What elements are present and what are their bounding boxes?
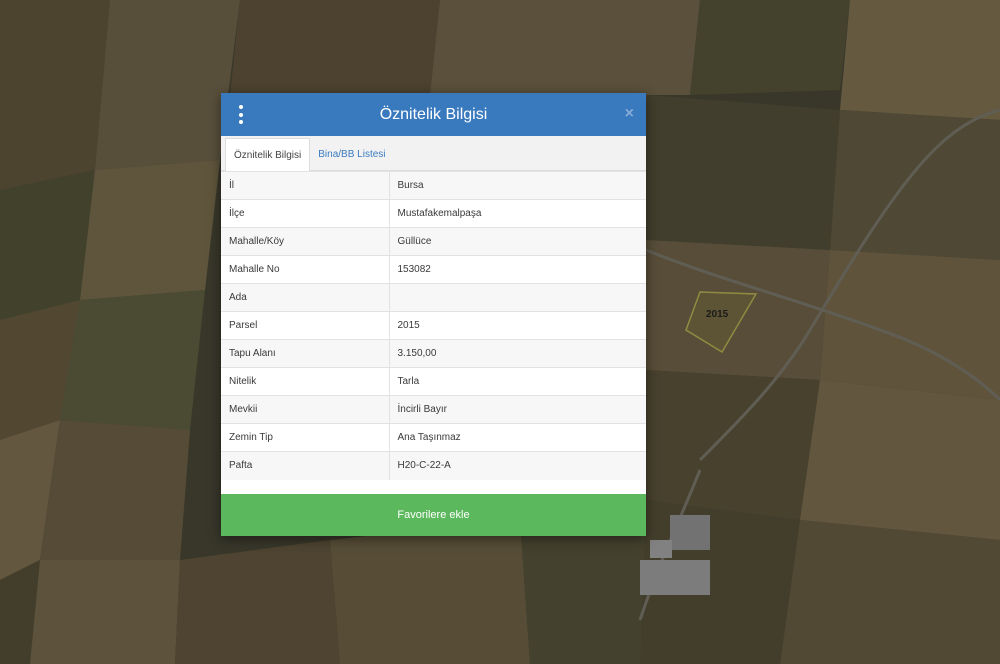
attribute-value: Güllüce (389, 227, 646, 256)
attribute-value: Tarla (389, 367, 646, 396)
attribute-key: Nitelik (221, 367, 390, 396)
dialog-tabs: Öznitelik Bilgisi Bina/BB Listesi (221, 136, 646, 171)
kebab-menu-icon[interactable] (235, 105, 247, 124)
attribute-key: Pafta (221, 451, 390, 480)
table-row: Pafta H20-C-22-A (221, 451, 646, 480)
attribute-value: Bursa (389, 171, 646, 200)
table-row: Mevkii İncirli Bayır (221, 395, 646, 424)
attribute-key: Zemin Tip (221, 423, 390, 452)
table-row: Ada (221, 283, 646, 312)
table-row: İl Bursa (221, 171, 646, 200)
parcel-number-label: 2015 (706, 309, 729, 320)
dialog-title: Öznitelik Bilgisi (379, 105, 488, 123)
attribute-value: Ana Taşınmaz (389, 423, 646, 452)
add-to-favorites-button[interactable]: Favorilere ekle (221, 494, 646, 536)
attribute-value: Mustafakemalpaşa (389, 199, 646, 228)
attribute-value: 2015 (389, 311, 646, 340)
attribute-key: Mevkii (221, 395, 390, 424)
menu-dot (239, 112, 243, 117)
attribute-value: İncirli Bayır (389, 395, 646, 424)
tab-building-list[interactable]: Bina/BB Listesi (310, 139, 393, 170)
attribute-value: H20-C-22-A (389, 451, 646, 480)
table-row: Parsel 2015 (221, 311, 646, 340)
table-row: Mahalle/Köy Güllüce (221, 227, 646, 256)
dialog-header: Öznitelik Bilgisi × (221, 93, 646, 136)
attribute-value: 153082 (389, 255, 646, 284)
tab-attribute-info[interactable]: Öznitelik Bilgisi (225, 138, 311, 171)
attribute-info-dialog: Öznitelik Bilgisi × Öznitelik Bilgisi Bi… (221, 93, 646, 536)
attribute-key: Mahalle/Köy (221, 227, 390, 256)
menu-dot (239, 105, 243, 109)
attribute-key: Parsel (221, 311, 390, 340)
attribute-key: İlçe (221, 199, 390, 228)
menu-dot (239, 120, 243, 124)
table-row: Mahalle No 153082 (221, 255, 646, 284)
attribute-value: 3.150,00 (389, 339, 646, 368)
close-icon[interactable]: × (625, 104, 634, 124)
attribute-table: İl Bursa İlçe Mustafakemalpaşa Mahalle/K… (221, 171, 646, 480)
attribute-value (389, 283, 646, 312)
attribute-key: İl (221, 171, 390, 200)
table-row: Nitelik Tarla (221, 367, 646, 396)
attribute-key: Ada (221, 283, 390, 312)
table-row: Zemin Tip Ana Taşınmaz (221, 423, 646, 452)
attribute-key: Tapu Alanı (221, 339, 390, 368)
attribute-key: Mahalle No (221, 255, 390, 284)
table-row: Tapu Alanı 3.150,00 (221, 339, 646, 368)
table-row: İlçe Mustafakemalpaşa (221, 199, 646, 228)
